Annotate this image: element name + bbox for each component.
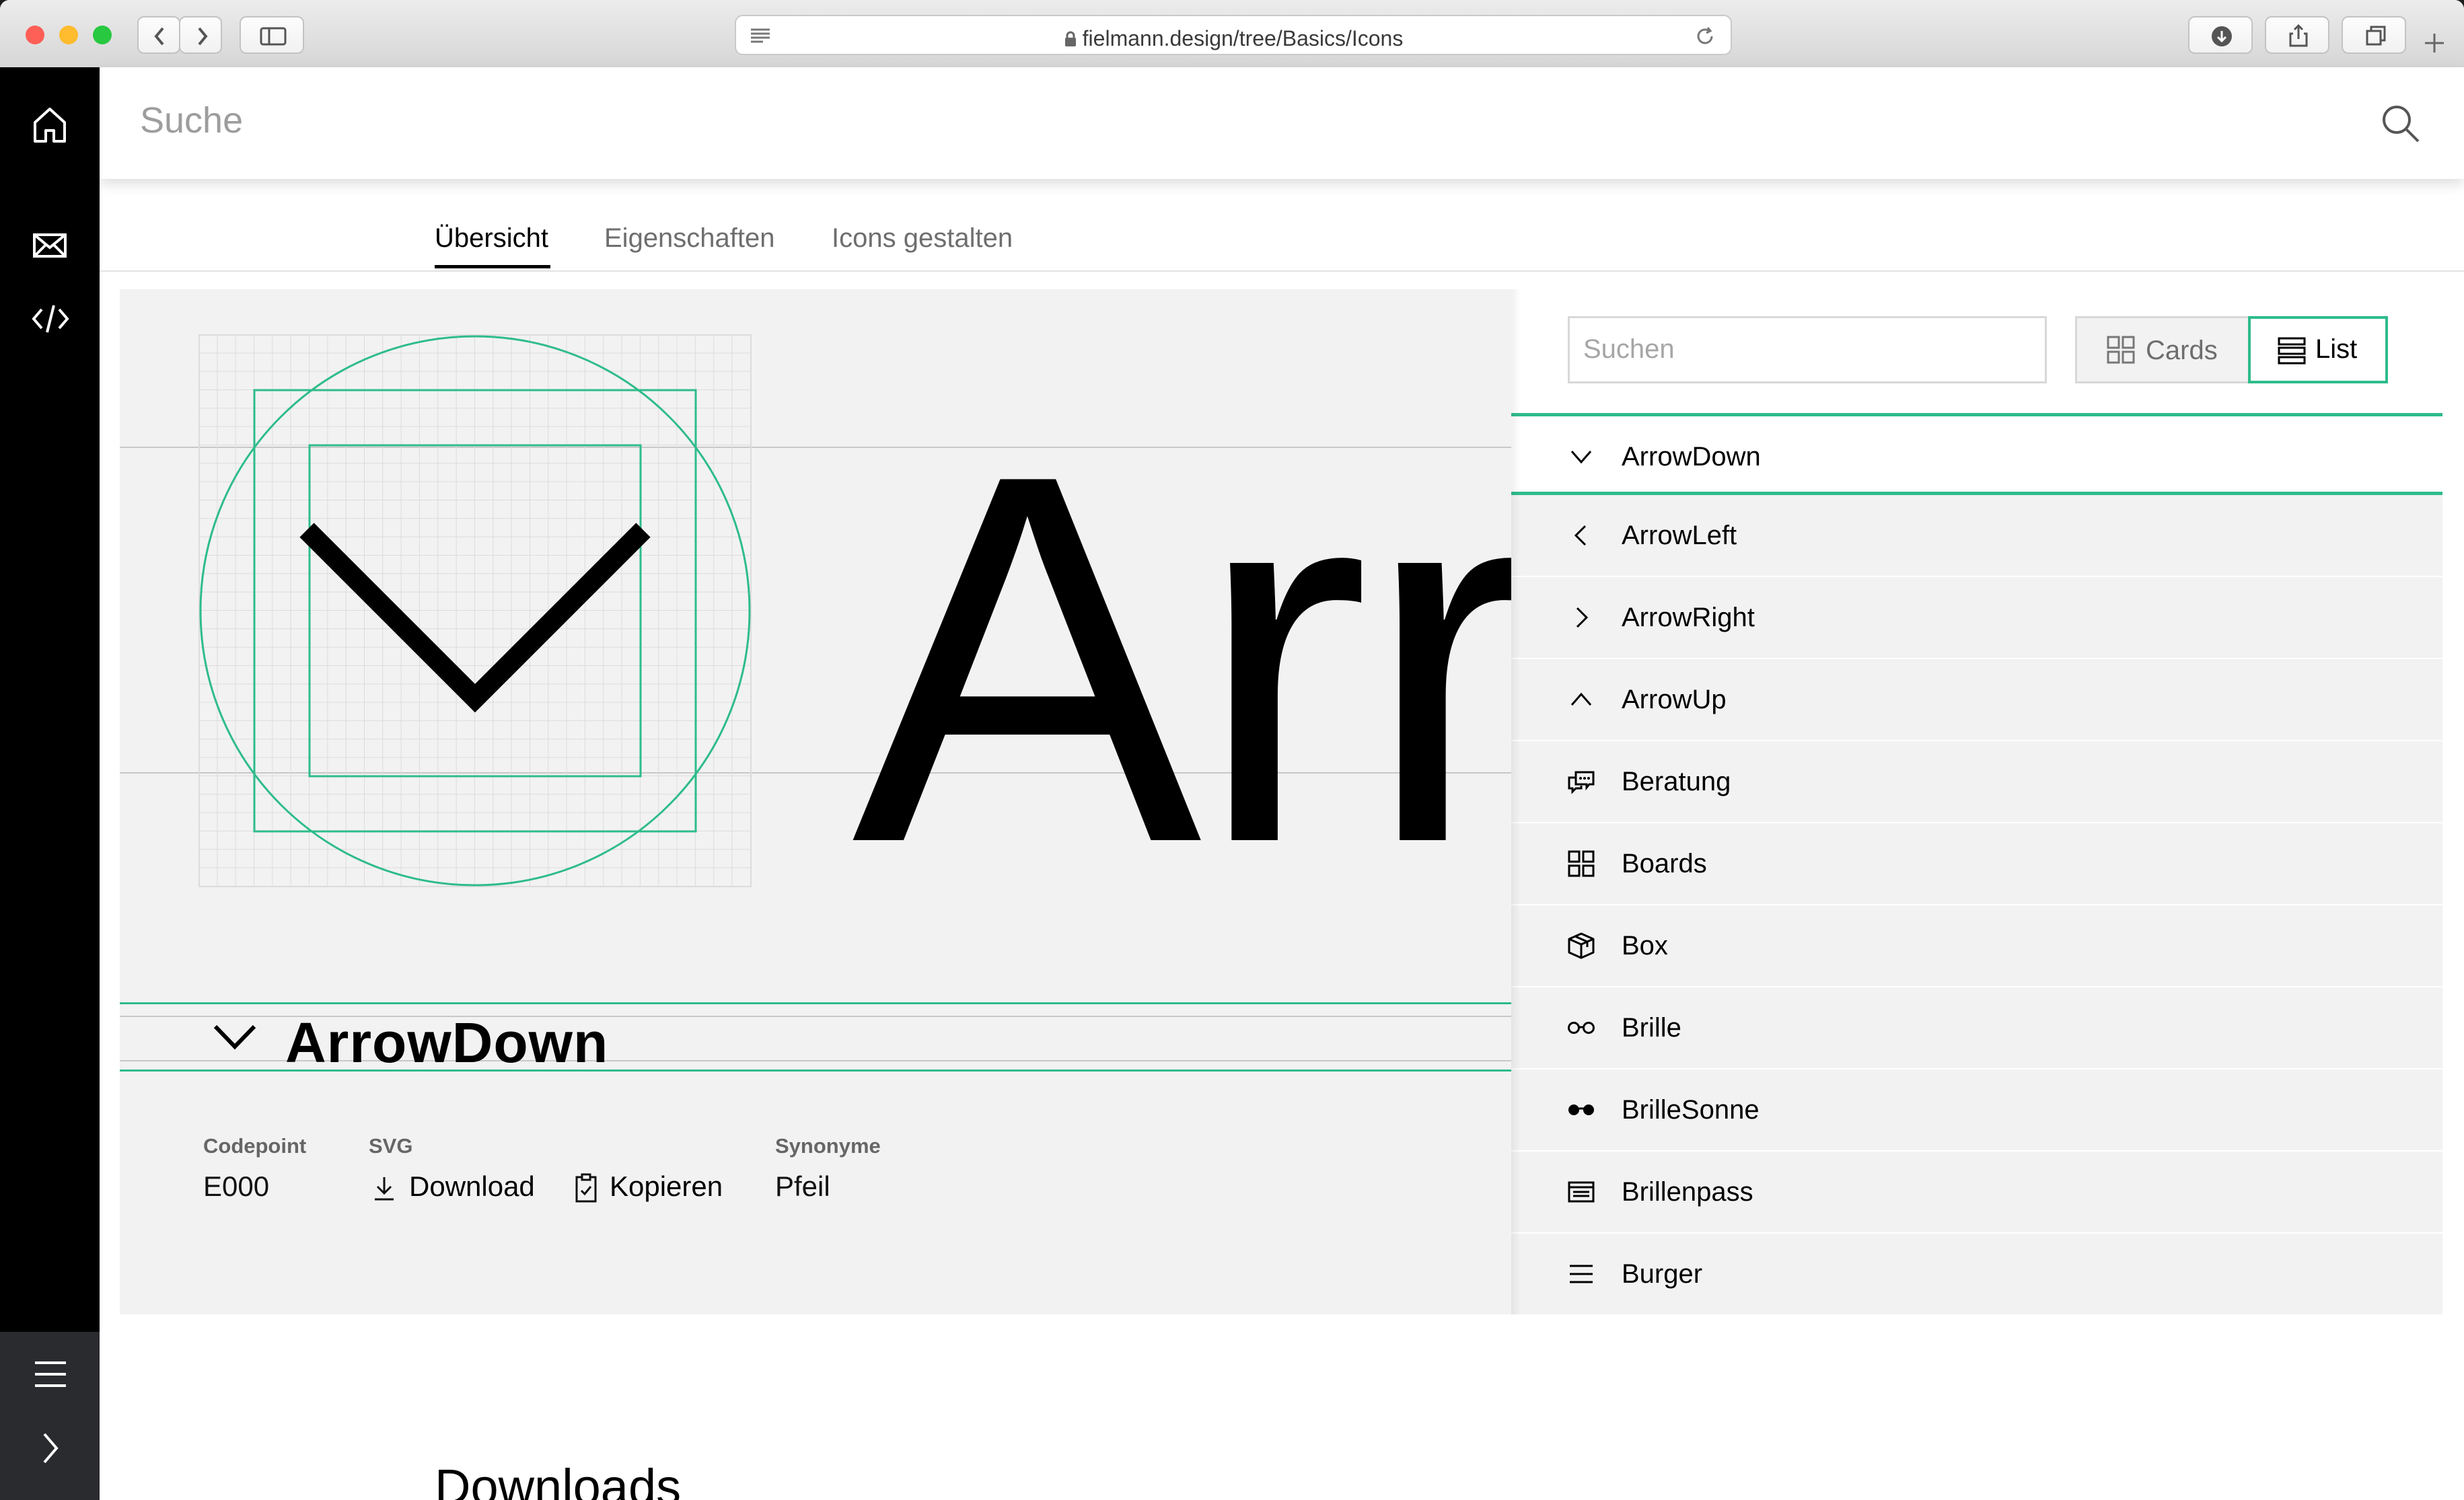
glyph-specimen-text: Arrow xyxy=(852,366,1511,952)
list-item-label: BrilleSonne xyxy=(1622,1095,1760,1125)
list-item-burger[interactable]: Burger xyxy=(1511,1234,2442,1316)
panel-shadow xyxy=(1511,289,1521,1314)
sunglasses-icon xyxy=(1568,1104,1594,1115)
synonyms-label: Synonyme xyxy=(775,1134,881,1158)
url-value: fielmann.design/tree/Basics/Icons xyxy=(1082,26,1404,50)
view-cards-label: Cards xyxy=(2146,336,2218,365)
icon-preview-area: Arrow ArrowDown Codepoint E000 SVG Downl… xyxy=(120,289,1511,1314)
list-item-brillenpass[interactable]: Brillenpass xyxy=(1511,1152,2442,1234)
chevron-down-icon xyxy=(213,1024,256,1050)
browser-toolbar: fielmann.design/tree/Basics/Icons xyxy=(0,0,2464,69)
forward-button[interactable] xyxy=(179,16,222,54)
lock-icon xyxy=(1064,31,1077,47)
zoom-window-button[interactable] xyxy=(93,26,112,44)
grid-icon xyxy=(1568,850,1595,877)
chevron-down-icon xyxy=(1570,451,1592,464)
list-item-arrowup[interactable]: ArrowUp xyxy=(1511,659,2442,741)
download-icon xyxy=(375,1177,394,1201)
list-item-label: Boards xyxy=(1622,849,1707,878)
synonyms-value: Pfeil xyxy=(775,1170,830,1202)
tab-uebersicht[interactable]: Übersicht xyxy=(435,223,548,254)
mail-icon[interactable] xyxy=(32,233,67,258)
codepoint-label: Codepoint xyxy=(203,1134,307,1158)
view-list-button[interactable]: List xyxy=(2248,316,2388,383)
view-toggle: Cards List xyxy=(2075,316,2388,383)
app-sidebar xyxy=(0,67,100,1500)
list-item-label: Brille xyxy=(1622,1013,1681,1043)
share-button[interactable] xyxy=(2265,16,2329,54)
browser-window: fielmann.design/tree/Basics/Icons Suche … xyxy=(0,0,2464,1500)
tab-icons-gestalten[interactable]: Icons gestalten xyxy=(832,223,1013,254)
close-window-button[interactable] xyxy=(26,26,44,44)
list-item-beratung[interactable]: Beratung xyxy=(1511,741,2442,823)
codepoint-value: E000 xyxy=(203,1170,270,1202)
copy-label: Kopieren xyxy=(610,1170,723,1202)
new-tab-icon[interactable] xyxy=(2421,30,2448,57)
list-item-label: ArrowUp xyxy=(1622,685,1727,714)
burger-menu-icon[interactable] xyxy=(34,1360,67,1388)
list-item-label: ArrowRight xyxy=(1622,603,1755,632)
list-item-box[interactable]: Box xyxy=(1511,905,2442,987)
icon-name-heading: ArrowDown xyxy=(285,1011,609,1074)
reload-icon[interactable] xyxy=(1694,26,1716,47)
icon-construction-grid xyxy=(198,334,752,887)
list-item-brille[interactable]: Brille xyxy=(1511,987,2442,1070)
list-item-label: Burger xyxy=(1622,1259,1703,1289)
svg-label: SVG xyxy=(369,1134,413,1158)
view-list-label: List xyxy=(2315,334,2358,364)
chevron-left-icon xyxy=(1574,525,1587,546)
burger-icon xyxy=(1570,1265,1593,1283)
chevron-left-icon xyxy=(154,27,164,46)
list-item-label: Brillenpass xyxy=(1622,1177,1753,1207)
active-tab-indicator xyxy=(435,265,550,268)
back-button[interactable] xyxy=(137,16,180,54)
content-tabs: Übersicht Eigenschaften Icons gestalten xyxy=(100,179,2464,272)
grid-icon xyxy=(2107,336,2135,364)
sidebar-toggle-button[interactable] xyxy=(240,16,304,54)
downloads-heading: Downloads xyxy=(435,1459,682,1500)
chevron-right-icon xyxy=(1576,607,1589,628)
code-icon[interactable] xyxy=(31,303,70,335)
tabs-icon xyxy=(2366,26,2386,46)
download-label: Download xyxy=(409,1170,535,1202)
box-icon xyxy=(1568,932,1595,959)
share-icon xyxy=(2289,24,2308,47)
sidebar-icon xyxy=(260,27,287,46)
global-search-bar[interactable]: Suche xyxy=(100,67,2464,179)
chevron-up-icon xyxy=(1570,692,1592,706)
list-item-label: Box xyxy=(1622,931,1668,961)
expand-sidebar-icon[interactable] xyxy=(40,1431,61,1465)
list-item-label: ArrowDown xyxy=(1622,442,1761,472)
home-icon[interactable] xyxy=(32,106,67,144)
url-text: fielmann.design/tree/Basics/Icons xyxy=(736,26,1731,51)
clipboard-icon xyxy=(575,1173,597,1203)
list-item-arrowright[interactable]: ArrowRight xyxy=(1511,577,2442,659)
search-icon[interactable] xyxy=(2381,104,2421,144)
speech-bubbles-icon xyxy=(1568,771,1595,794)
downloads-button[interactable] xyxy=(2188,16,2253,54)
list-item-label: ArrowLeft xyxy=(1622,521,1737,550)
icon-search-field[interactable] xyxy=(1568,316,2047,383)
glasses-icon xyxy=(1568,1022,1595,1034)
list-item-arrowleft[interactable]: ArrowLeft xyxy=(1511,495,2442,577)
name-band-top-line xyxy=(120,1002,1511,1004)
list-item-label: Beratung xyxy=(1622,767,1731,796)
icon-search-input[interactable] xyxy=(1570,318,2014,380)
list-item-arrowdown[interactable]: ArrowDown xyxy=(1511,413,2442,495)
address-bar[interactable]: fielmann.design/tree/Basics/Icons xyxy=(735,15,1732,55)
chevron-right-icon xyxy=(198,27,208,46)
icon-list-panel: Cards List ArrowDown ArrowLeft ArrowRigh… xyxy=(1511,289,2442,1316)
id-card-icon xyxy=(1568,1181,1595,1203)
global-search-input[interactable]: Suche xyxy=(140,100,243,141)
view-cards-button[interactable]: Cards xyxy=(2077,318,2251,381)
list-icon xyxy=(2278,337,2306,365)
minimize-window-button[interactable] xyxy=(59,26,78,44)
download-circle-icon xyxy=(2212,26,2232,46)
list-item-brillesonne[interactable]: BrilleSonne xyxy=(1511,1070,2442,1152)
tabs-overview-button[interactable] xyxy=(2342,16,2406,54)
sidebar-footer xyxy=(0,1332,100,1500)
list-item-boards[interactable]: Boards xyxy=(1511,823,2442,905)
tab-eigenschaften[interactable]: Eigenschaften xyxy=(604,223,775,254)
